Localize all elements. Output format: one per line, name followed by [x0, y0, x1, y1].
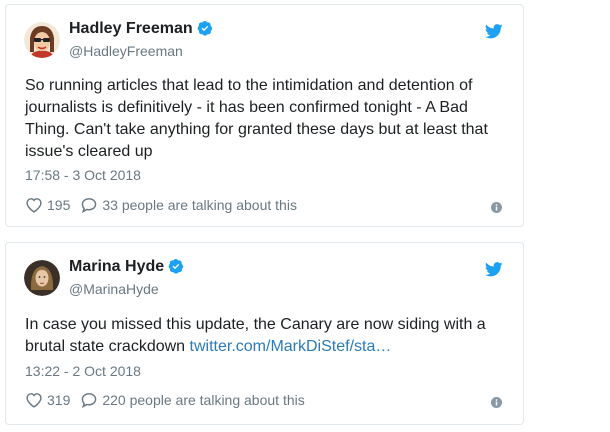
tweet-body: So running articles that lead to the int… [25, 77, 488, 160]
tweet-actions: 319 220 people are talking about this [25, 392, 315, 408]
author-name[interactable]: Hadley Freeman [69, 20, 213, 38]
like-button[interactable]: 195 [25, 197, 70, 213]
heart-icon [26, 198, 42, 213]
avatar[interactable] [24, 260, 60, 296]
author-handle[interactable]: @HadleyFreeman [69, 43, 183, 59]
twitter-bird-icon[interactable] [485, 262, 503, 277]
talking-count: 33 people are talking about this [102, 197, 297, 213]
twitter-bird-icon[interactable] [485, 24, 503, 39]
avatar[interactable] [24, 22, 60, 58]
talking-count: 220 people are talking about this [102, 392, 305, 408]
author-name-text[interactable]: Hadley Freeman [69, 20, 193, 37]
info-icon[interactable] [491, 202, 502, 213]
author-name-text[interactable]: Marina Hyde [69, 258, 164, 275]
comments-button[interactable]: 33 people are talking about this [80, 197, 297, 213]
heart-icon [26, 393, 42, 408]
comments-button[interactable]: 220 people are talking about this [80, 392, 305, 408]
verified-badge-icon [197, 21, 212, 36]
author-handle[interactable]: @MarinaHyde [69, 281, 159, 297]
like-count: 195 [47, 197, 71, 213]
tweet-card[interactable]: Marina Hyde @MarinaHyde In case you miss… [5, 242, 524, 425]
tweet-timestamp[interactable]: 17:58 - 3 Oct 2018 [25, 167, 141, 183]
author-name[interactable]: Marina Hyde [69, 258, 184, 276]
comment-bubble-icon [82, 198, 97, 213]
tweet-text: So running articles that lead to the int… [25, 75, 503, 163]
tweet-actions: 195 33 people are talking about this [25, 197, 307, 213]
comment-bubble-icon [82, 393, 97, 408]
tweet-timestamp[interactable]: 13:22 - 2 Oct 2018 [25, 363, 141, 379]
tweet-link[interactable]: twitter.com/MarkDiStef/sta… [190, 338, 392, 355]
verified-badge-icon [168, 259, 184, 274]
like-count: 319 [47, 392, 71, 408]
tweet-card[interactable]: Hadley Freeman @HadleyFreeman So running… [5, 4, 524, 227]
info-icon[interactable] [491, 397, 502, 408]
like-button[interactable]: 319 [25, 392, 70, 408]
tweet-text: In case you missed this update, the Cana… [25, 314, 503, 358]
